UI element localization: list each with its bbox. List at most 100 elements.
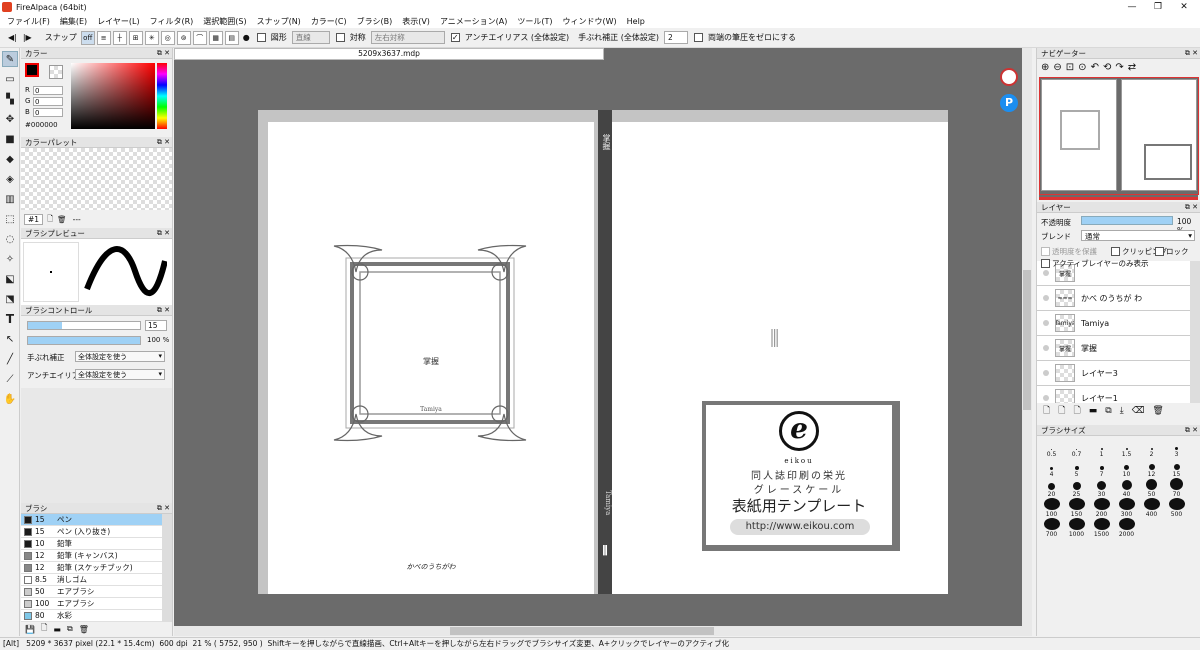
hex-value[interactable]: #000000 [25,121,58,129]
pixiv-icon[interactable]: P [1000,94,1018,112]
menu-help[interactable]: Help [622,17,650,26]
panel-float-icon[interactable]: ⧉ ✕ [157,228,170,239]
snap-concentric-icon[interactable]: ⊚ [176,30,191,45]
brush-size-preset[interactable]: 50 [1139,478,1164,498]
brush-list-item[interactable]: 50 エアブラシ [21,586,162,598]
vertical-scroll-thumb[interactable] [1023,270,1031,410]
g-input[interactable]: 0 [33,97,63,106]
brush-size-preset[interactable]: 3 [1164,438,1189,458]
magic-wand-tool-icon[interactable]: ✧ [2,251,18,267]
shape-select[interactable]: 直線 [291,31,330,44]
brush-size-preset[interactable]: 12 [1139,458,1164,478]
brush-list-item[interactable]: 100 エアブラシ [21,598,162,610]
rotate-reset-icon[interactable]: ⟲ [1103,62,1111,73]
layer-row[interactable]: 掌握 掌握 [1037,336,1190,361]
brush-size-preset[interactable]: 1 [1089,438,1114,458]
brush-list-item[interactable]: 8.5 消しゴム [21,574,162,586]
operation-tool-icon[interactable]: ↖ [2,331,18,347]
brush-size-preset[interactable]: 1000 [1064,518,1089,538]
divide-tool-icon[interactable]: ╱ [2,351,18,367]
snap-3d-icon[interactable]: ▦ [208,30,223,45]
brush-size-preset[interactable]: 100 [1039,498,1064,518]
symmetry-select[interactable]: 左右対称 [370,31,445,44]
visibility-icon[interactable] [1043,345,1049,351]
brush-size-preset[interactable]: 25 [1064,478,1089,498]
pen-tool-icon[interactable]: ✎ [2,51,18,67]
brush-size-preset[interactable]: 2000 [1114,518,1139,538]
menu-animation[interactable]: アニメーション(A) [435,16,512,27]
antialias-checkbox[interactable]: ✓ [450,33,460,42]
snap-off-icon[interactable]: off [80,30,95,45]
dot-tool-icon[interactable]: ▚ [2,91,18,107]
layer-row[interactable]: レイヤー1 [1037,386,1190,403]
panel-float-icon[interactable]: ⧉ ✕ [1185,48,1198,59]
brush-size-preset[interactable]: 40 [1114,478,1139,498]
hand-tool-icon[interactable]: ✋ [2,391,18,407]
brush-size-preset[interactable]: 20 [1039,478,1064,498]
brush-list-item[interactable]: 15 ペン [21,514,162,526]
brush-folder-icon[interactable]: ▬ [53,625,61,634]
brush-size-preset[interactable]: 2 [1139,438,1164,458]
navigator-viewport-frame[interactable] [1039,77,1199,195]
brush-size-preset[interactable]: 300 [1114,498,1139,518]
vertical-scrollbar[interactable] [1022,48,1032,626]
new-8bit-layer-icon[interactable]: 🗋 [1058,403,1065,419]
navigator-preview[interactable] [1039,77,1199,197]
zoom-actual-icon[interactable]: ⊙ [1078,62,1086,73]
brush-list-item[interactable]: 80 水彩 [21,610,162,622]
brush-list-item[interactable]: 15 ペン (入り抜き) [21,526,162,538]
menu-layer[interactable]: レイヤー(L) [92,16,144,27]
lock-option[interactable]: ロック [1155,246,1189,257]
snap-cross-icon[interactable]: ┼ [112,30,127,45]
flip-icon[interactable]: ⇄ [1128,62,1136,73]
brush-list-item[interactable]: 10 鉛筆 [21,538,162,550]
stabilizer-select[interactable]: 全体設定を使う ▾ [75,351,165,362]
horizontal-scrollbar[interactable] [174,626,1032,636]
visibility-icon[interactable] [1043,270,1049,276]
blend-select[interactable]: 通常 ▾ [1081,230,1195,241]
brush-size-preset[interactable]: 70 [1164,478,1189,498]
snap-grid-icon[interactable]: ⊞ [128,30,143,45]
brush-size-preset[interactable]: 30 [1089,478,1114,498]
menu-window[interactable]: ウィンドウ(W) [557,16,621,27]
visibility-icon[interactable] [1043,320,1049,326]
move-tool-icon[interactable]: ✥ [2,111,18,127]
delete-palette-icon[interactable]: 🗑 [57,215,67,224]
snap-circle-icon[interactable]: ◎ [160,30,175,45]
horizontal-scroll-thumb[interactable] [450,627,714,635]
panel-float-icon[interactable]: ⧉ ✕ [1185,425,1198,436]
menu-brush[interactable]: ブラシ(B) [352,16,398,27]
brush-size-preset[interactable]: 150 [1064,498,1089,518]
panel-float-icon[interactable]: ⧉ ✕ [157,305,170,316]
snap-radial-icon[interactable]: ✳ [144,30,159,45]
brush-size-preset[interactable]: 0.7 [1064,438,1089,458]
zoom-in-icon[interactable]: ⊕ [1041,62,1049,73]
stabilizer-select[interactable]: 2 [663,31,688,44]
transparent-color-swatch[interactable] [49,65,63,79]
restore-button[interactable]: ❐ [1144,0,1172,14]
new-layer-icon[interactable]: 🗋 [1043,403,1050,419]
brush-size-preset[interactable]: 0.5 [1039,438,1064,458]
snap-dot-icon[interactable]: ● [243,33,250,42]
gradient-tool-icon[interactable]: ▥ [2,191,18,207]
palette-swatches-area[interactable] [21,148,172,210]
fill-rect-tool-icon[interactable]: ■ [2,131,18,147]
brush-delete-icon[interactable]: 🗑 [79,625,89,634]
size-slider[interactable] [27,321,141,330]
visibility-icon[interactable] [1043,395,1049,401]
text-tool-icon[interactable]: T [2,311,18,327]
brush-save-icon[interactable]: 💾 [25,625,35,634]
next-frame-icon[interactable]: |▶ [23,33,32,42]
minimize-button[interactable]: — [1118,0,1146,14]
saturation-value-picker[interactable] [71,63,155,129]
pressure-zero-checkbox[interactable] [693,33,703,42]
menu-view[interactable]: 表示(V) [397,16,435,27]
eyedropper-tool-icon[interactable]: ⟋ [2,371,18,387]
menu-filter[interactable]: フィルタ(R) [145,16,199,27]
clear-layer-icon[interactable]: ⌫ [1132,406,1145,416]
brush-copy-icon[interactable]: ⧉ [67,624,73,634]
opacity-slider[interactable] [27,336,141,345]
panel-float-icon[interactable]: ⧉ ✕ [157,137,170,148]
new-1bit-layer-icon[interactable]: 🗋 [1074,403,1081,419]
new-palette-icon[interactable]: 🗋 [47,213,53,226]
